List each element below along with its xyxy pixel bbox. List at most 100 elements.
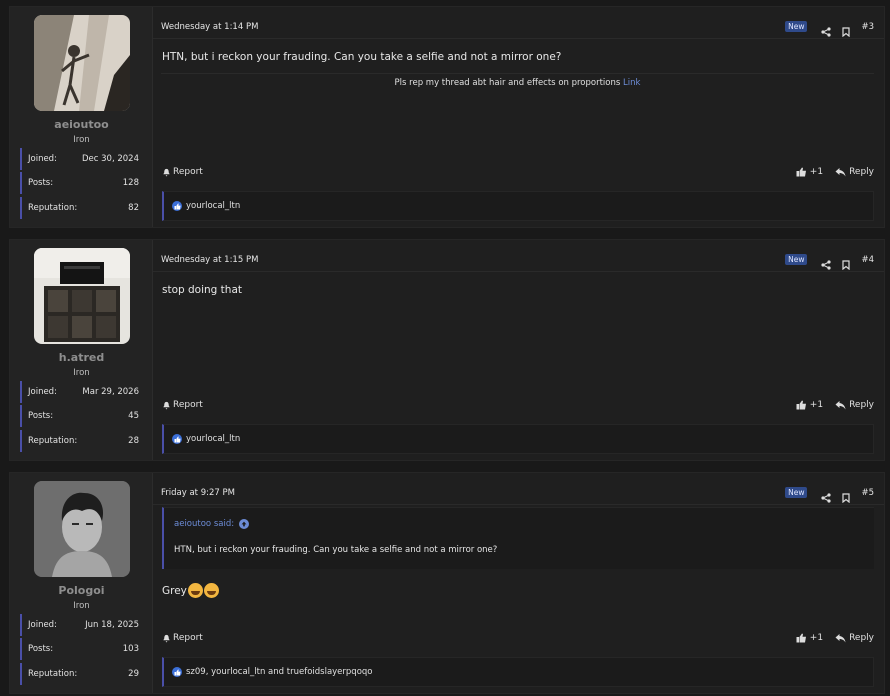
- stat-value: Dec 30, 2024: [81, 154, 139, 164]
- stat-label: Posts:: [28, 411, 54, 421]
- reply-label: Reply: [849, 633, 874, 643]
- reply-label: Reply: [849, 400, 874, 410]
- username[interactable]: aeioutoo: [10, 118, 153, 131]
- bell-icon: [163, 401, 170, 410]
- post-actions: Report +1 Reply: [162, 165, 874, 179]
- post: h.atred Iron Joined: Mar 29, 2026 Posts: 4…: [9, 239, 885, 461]
- stat-posts: Posts: 103: [20, 638, 141, 660]
- stat-joined: Joined: Dec 30, 2024: [20, 148, 141, 170]
- avatar[interactable]: [34, 481, 130, 577]
- user-cell: Pologoi Iron Joined: Jun 18, 2025 Posts: 1…: [10, 473, 153, 693]
- stat-value: 128: [122, 178, 139, 188]
- report-button[interactable]: Report: [162, 167, 784, 177]
- message-header: Wednesday at 1:14 PM New #3: [153, 15, 884, 39]
- stat-value: Jun 18, 2025: [85, 620, 139, 630]
- stat-label: Joined:: [28, 620, 57, 630]
- report-label: Report: [173, 633, 203, 643]
- post-number[interactable]: #5: [861, 488, 874, 498]
- message-header: Wednesday at 1:15 PM New #4: [153, 248, 884, 272]
- like-button[interactable]: +1: [796, 633, 823, 643]
- reply-label: Reply: [849, 167, 874, 177]
- like-button[interactable]: +1: [796, 400, 823, 410]
- post-body: stop doing that: [162, 284, 243, 296]
- post: aeioutoo Iron Joined: Dec 30, 2024 Posts:…: [9, 6, 885, 228]
- post-date[interactable]: Wednesday at 1:14 PM: [161, 22, 785, 32]
- laughing-emoji-icon: [187, 583, 203, 598]
- username[interactable]: Pologoi: [10, 584, 153, 597]
- avatar[interactable]: [34, 15, 130, 111]
- reactions-users[interactable]: yourlocal_ltn: [186, 201, 240, 211]
- post-body: Grey: [162, 584, 187, 597]
- arrow-up-circle-icon[interactable]: [239, 519, 250, 529]
- like-reaction-icon: [172, 201, 182, 211]
- message-cell: Wednesday at 1:15 PM New #4 stop doing t…: [153, 240, 884, 460]
- user-cell: h.atred Iron Joined: Mar 29, 2026 Posts: 4…: [10, 240, 153, 460]
- stat-label: Joined:: [28, 387, 57, 397]
- report-label: Report: [173, 167, 203, 177]
- message-cell: Friday at 9:27 PM New #5 aeioutoo said: …: [153, 473, 884, 693]
- username[interactable]: h.atred: [10, 351, 153, 364]
- stat-reputation: Reputation: 29: [20, 663, 141, 685]
- reply-button[interactable]: Reply: [835, 633, 874, 643]
- signature-text: Pls rep my thread abt hair and effects o…: [394, 78, 621, 88]
- reactions-bar[interactable]: yourlocal_ltn: [162, 424, 874, 454]
- bookmark-icon[interactable]: [841, 255, 851, 270]
- stat-value: 103: [122, 644, 139, 654]
- stat-value: 28: [128, 436, 139, 446]
- reactions-users[interactable]: sz09, yourlocal_ltn and truefoidslayerpq…: [186, 667, 373, 677]
- signature-link[interactable]: Link: [623, 78, 640, 88]
- avatar[interactable]: [34, 248, 130, 344]
- like-button[interactable]: +1: [796, 167, 823, 177]
- post: Pologoi Iron Joined: Jun 18, 2025 Posts: 1…: [9, 472, 885, 694]
- share-icon[interactable]: [821, 488, 832, 503]
- quote-author[interactable]: aeioutoo said:: [174, 519, 234, 529]
- signature: Pls rep my thread abt hair and effects o…: [161, 73, 874, 88]
- reply-button[interactable]: Reply: [835, 167, 874, 177]
- bookmark-icon[interactable]: [841, 22, 851, 37]
- user-title: Iron: [73, 601, 90, 611]
- reply-icon: [835, 168, 846, 177]
- stat-joined: Joined: Jun 18, 2025: [20, 614, 141, 636]
- message-cell: Wednesday at 1:14 PM New #3 HTN, but i r…: [153, 7, 884, 227]
- bell-icon: [163, 168, 170, 177]
- stat-reputation: Reputation: 28: [20, 430, 141, 452]
- post-number[interactable]: #4: [861, 255, 874, 265]
- report-button[interactable]: Report: [162, 400, 784, 410]
- stat-label: Reputation:: [28, 669, 78, 679]
- share-icon[interactable]: [821, 22, 832, 37]
- post-number[interactable]: #3: [861, 22, 874, 32]
- bookmark-icon[interactable]: [841, 488, 851, 503]
- post-actions: Report +1 Reply: [162, 398, 874, 412]
- post-date[interactable]: Wednesday at 1:15 PM: [161, 255, 785, 265]
- reactions-bar[interactable]: yourlocal_ltn: [162, 191, 874, 221]
- post-date[interactable]: Friday at 9:27 PM: [161, 488, 785, 498]
- thread: aeioutoo Iron Joined: Dec 30, 2024 Posts:…: [0, 0, 890, 696]
- quote-block: aeioutoo said: HTN, but i reckon your fr…: [162, 507, 874, 569]
- new-badge: New: [785, 487, 808, 498]
- reactions-bar[interactable]: sz09, yourlocal_ltn and truefoidslayerpq…: [162, 657, 874, 687]
- user-cell: aeioutoo Iron Joined: Dec 30, 2024 Posts:…: [10, 7, 153, 227]
- reply-button[interactable]: Reply: [835, 400, 874, 410]
- thumbs-up-icon: [796, 400, 806, 410]
- quote-header[interactable]: aeioutoo said:: [174, 519, 250, 529]
- reply-icon: [835, 401, 846, 410]
- thumbs-up-icon: [796, 633, 806, 643]
- stat-label: Posts:: [28, 644, 54, 654]
- stat-label: Posts:: [28, 178, 54, 188]
- reactions-users[interactable]: yourlocal_ltn: [186, 434, 240, 444]
- stat-label: Reputation:: [28, 436, 78, 446]
- like-reaction-icon: [172, 434, 182, 444]
- report-label: Report: [173, 400, 203, 410]
- stat-posts: Posts: 128: [20, 172, 141, 194]
- share-icon[interactable]: [821, 255, 832, 270]
- bell-icon: [163, 634, 170, 643]
- post-body: HTN, but i reckon your frauding. Can you…: [162, 51, 562, 63]
- report-button[interactable]: Report: [162, 633, 784, 643]
- like-reaction-icon: [172, 667, 182, 677]
- like-count: +1: [809, 633, 824, 643]
- stat-value: Mar 29, 2026: [82, 387, 139, 397]
- stat-value: 45: [128, 411, 139, 421]
- user-title: Iron: [73, 368, 90, 378]
- stat-joined: Joined: Mar 29, 2026: [20, 381, 141, 403]
- like-count: +1: [809, 400, 824, 410]
